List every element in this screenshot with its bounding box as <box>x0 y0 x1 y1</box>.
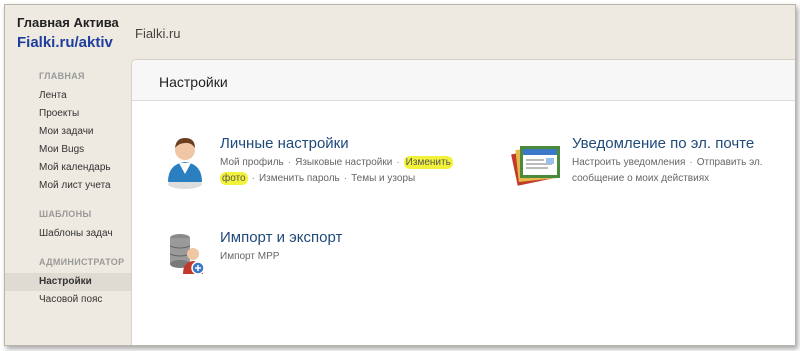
email-notifications-title[interactable]: Уведомление по эл. почте <box>572 135 792 152</box>
send-email-link[interactable]: Отправить эл. <box>697 157 763 168</box>
sidebar-item-projects[interactable]: Проекты <box>5 105 131 123</box>
main-header <box>132 60 795 101</box>
email-notifications-links: Настроить уведомления · Отправить эл. сооб… <box>572 157 763 184</box>
personal-settings-card: Личные настройки Мой профиль · Языковые на… <box>220 135 490 187</box>
my-profile-link[interactable]: Мой профиль <box>220 157 284 168</box>
sidebar: ГЛАВНАЯ Лента Проекты Мои задачи Мои Bug… <box>5 71 131 309</box>
import-export-title[interactable]: Импорт и экспорт <box>220 229 440 246</box>
database-import-icon <box>166 230 208 283</box>
personal-settings-links: Мой профиль · Языковые настройки · Изменить … <box>220 156 453 185</box>
sidebar-section-admin: АДМИНИСТРАТОР <box>39 257 125 267</box>
sidebar-item-my-calendar[interactable]: Мой календарь <box>5 159 131 177</box>
user-avatar-icon <box>165 132 205 195</box>
change-photo-link[interactable]: Изменить <box>403 156 453 169</box>
sidebar-item-my-tasks[interactable]: Мои задачи <box>5 123 131 141</box>
import-export-links: Импорт MPP <box>220 249 440 265</box>
sidebar-item-feed[interactable]: Лента <box>5 87 131 105</box>
themes-link[interactable]: Темы и узоры <box>351 173 415 184</box>
brand-title: Главная Актива <box>17 15 119 30</box>
sidebar-item-settings[interactable]: Настройки <box>5 273 131 291</box>
change-password-link[interactable]: Изменить пароль <box>259 173 340 184</box>
import-export-card: Импорт и экспорт Импорт MPP <box>220 229 440 265</box>
site-name[interactable]: Fialki.ru <box>135 26 181 41</box>
sidebar-item-timezone[interactable]: Часовой пояс <box>5 291 131 309</box>
import-mpp-link[interactable]: Импорт MPP <box>220 251 279 262</box>
personal-settings-title[interactable]: Личные настройки <box>220 135 490 152</box>
app-window: Главная Актива Fialki.ru/aktiv Fialki.ru… <box>4 4 796 346</box>
change-photo-link-cont[interactable]: фото <box>220 172 248 185</box>
configure-notifications-link[interactable]: Настроить уведомления <box>572 157 685 168</box>
sidebar-section-templates: ШАБЛОНЫ <box>39 209 92 219</box>
sidebar-item-my-timesheet[interactable]: Мой лист учета <box>5 177 131 195</box>
email-notification-icon <box>510 138 564 193</box>
page-title: Настройки <box>159 74 228 90</box>
sidebar-item-task-templates[interactable]: Шаблоны задач <box>5 225 131 243</box>
sidebar-section-main: ГЛАВНАЯ <box>39 71 85 81</box>
brand-link[interactable]: Fialki.ru/aktiv <box>17 34 119 51</box>
email-notifications-card: Уведомление по эл. почте Настроить уведо… <box>572 135 792 187</box>
language-settings-link[interactable]: Языковые настройки <box>295 157 392 168</box>
brand: Главная Актива Fialki.ru/aktiv <box>17 15 119 51</box>
sidebar-item-my-bugs[interactable]: Мои Bugs <box>5 141 131 159</box>
send-email-link-cont[interactable]: сообщение о моих действиях <box>572 173 709 184</box>
main-panel: Настройки Личные настройки Мой профиль · Я… <box>131 59 795 345</box>
